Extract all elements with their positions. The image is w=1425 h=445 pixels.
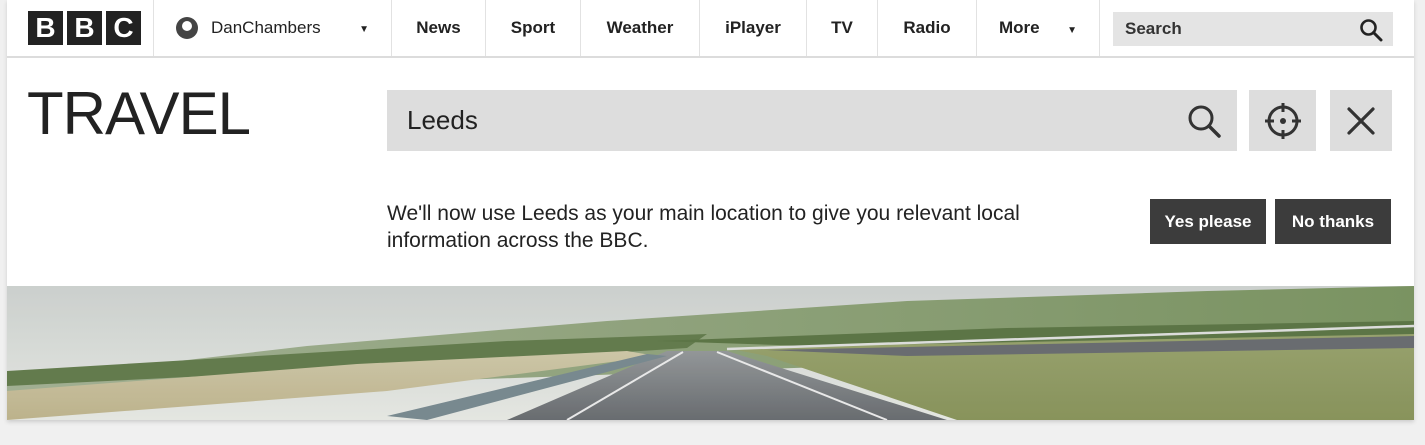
caret-down-icon: ▼ [1067,25,1077,36]
nav-news[interactable]: News [392,0,486,56]
nav-radio[interactable]: Radio [878,0,977,56]
caret-down-icon: ▼ [359,24,369,35]
search-icon[interactable] [1187,104,1221,138]
travel-hero-image [7,286,1414,420]
crosshair-icon [1264,102,1301,139]
nav-sport[interactable]: Sport [486,0,581,56]
nav-tv[interactable]: TV [807,0,878,56]
global-search[interactable]: Search [1113,12,1393,46]
bbc-top-nav: B B C DanChambers ▼ News Sport Weather i… [7,0,1414,58]
user-icon [176,17,198,39]
close-icon [1347,106,1375,135]
use-my-location-button[interactable] [1249,90,1316,151]
no-thanks-button[interactable]: No thanks [1275,199,1391,244]
nav-iplayer[interactable]: iPlayer [700,0,807,56]
clear-location-button[interactable] [1330,90,1392,151]
location-search-input[interactable]: Leeds [387,90,1237,151]
nav-more[interactable]: More ▼ [977,0,1100,56]
search-icon[interactable] [1359,18,1383,42]
search-placeholder: Search [1125,19,1182,38]
logo-letter-c: C [106,11,141,45]
logo-letter-b2: B [67,11,102,45]
yes-please-button[interactable]: Yes please [1150,199,1266,244]
nav-more-label: More [999,18,1040,37]
bbc-logo[interactable]: B B C [7,0,154,56]
account-menu[interactable]: DanChambers ▼ [154,0,392,56]
location-confirm-message: We'll now use Leeds as your main locatio… [387,202,1020,252]
page-frame: B B C DanChambers ▼ News Sport Weather i… [7,0,1414,420]
username: DanChambers [211,18,321,37]
location-value: Leeds [407,105,478,135]
page-title: TRAVEL [27,80,251,147]
logo-letter-b1: B [28,11,63,45]
nav-weather[interactable]: Weather [581,0,700,56]
